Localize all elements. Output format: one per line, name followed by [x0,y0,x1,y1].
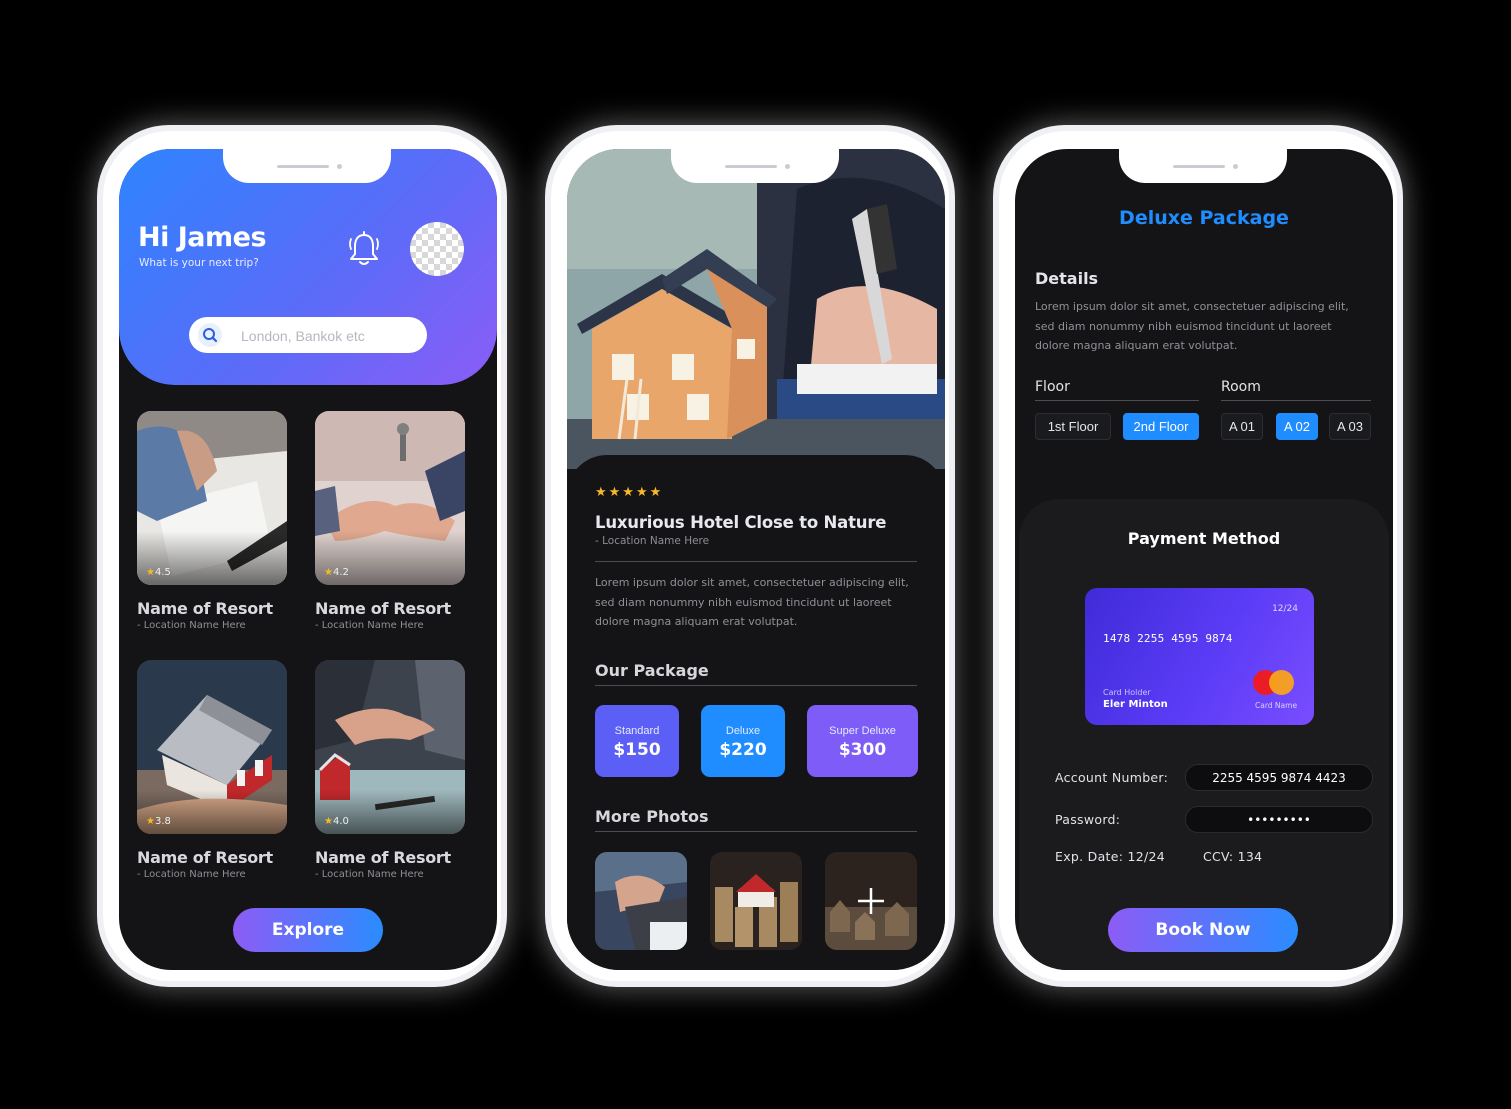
resort-location: - Location Name Here [315,620,424,631]
divider [1221,400,1371,401]
ccv-text: CCV: 134 [1203,849,1263,864]
divider [595,685,917,686]
resort-photo: ★4.2 [315,411,465,585]
resort-photo: ★4.5 [137,411,287,585]
explore-button[interactable]: Explore [233,908,383,952]
resort-name: Name of Resort [137,599,273,618]
star-icon: ★ [324,816,333,827]
home-screen: Hi James What is your next trip? London,… [119,149,497,970]
details-text: Lorem ipsum dolor sit amet, consectetuer… [1035,300,1349,352]
star-icon: ★ [324,567,333,578]
photos-heading: More Photos [595,807,709,826]
password-field[interactable] [1185,806,1373,833]
resort-name: Name of Resort [315,599,451,618]
star-rating: ★★★★★ [595,485,664,500]
package-standard-button[interactable]: Standard $150 [595,705,679,777]
greeting: Hi James [138,222,267,253]
search-icon[interactable] [198,323,222,347]
password-label: Password: [1055,812,1121,827]
package-title: Deluxe Package [1119,207,1289,229]
greeting-subtitle: What is your next trip? [139,257,259,269]
package-deluxe-button[interactable]: Deluxe $220 [701,705,785,777]
rating-badge: ★4.5 [146,567,171,578]
floor-label: Floor [1035,379,1070,395]
rating-badge: ★4.0 [324,816,349,827]
notch [1119,149,1287,183]
notch [671,149,839,183]
room-option-a02[interactable]: A 02 [1276,413,1318,440]
credit-card[interactable]: 12/24 1478 2255 4595 9874 Card Holder El… [1085,588,1314,725]
account-number-field[interactable] [1185,764,1373,791]
resort-location: - Location Name Here [315,869,424,880]
divider [1035,400,1199,401]
card-holder-label: Card Holder [1103,688,1151,697]
search-input[interactable] [239,325,413,347]
resort-card[interactable]: ★4.2 Name of Resort - Location Name Here [315,411,465,631]
resort-location: - Location Name Here [137,620,246,631]
star-icon: ★ [146,567,155,578]
hotel-description: Lorem ipsum dolor sit amet, consectetuer… [595,576,909,628]
resort-card[interactable]: ★3.8 Name of Resort - Location Name Here [137,660,287,880]
rating-badge: ★3.8 [146,816,171,827]
account-number-label: Account Number: [1055,770,1169,785]
room-option-a03[interactable]: A 03 [1329,413,1371,440]
resort-name: Name of Resort [315,848,451,867]
phone-detail: ★★★★★ Luxurious Hotel Close to Nature - … [551,131,949,981]
package-heading: Our Package [595,661,709,680]
notch [223,149,391,183]
resort-card[interactable]: ★4.0 Name of Resort - Location Name Here [315,660,465,880]
more-photos-thumbnail[interactable] [825,852,917,950]
card-brand-label: Card Name [1255,701,1298,710]
room-option-a01[interactable]: A 01 [1221,413,1263,440]
hotel-hero-photo [567,149,945,469]
resort-photo: ★3.8 [137,660,287,834]
resort-name: Name of Resort [137,848,273,867]
hotel-location: - Location Name Here [595,535,710,547]
photo-thumbnail[interactable] [595,852,687,950]
resort-card[interactable]: ★4.5 Name of Resort - Location Name Here [137,411,287,631]
room-label: Room [1221,379,1261,395]
card-number: 1478 2255 4595 9874 [1103,632,1233,645]
payment-panel [1019,499,1389,970]
rating-badge: ★4.2 [324,567,349,578]
bell-icon[interactable] [347,231,381,267]
detail-screen: ★★★★★ Luxurious Hotel Close to Nature - … [567,149,945,970]
resort-location: - Location Name Here [137,869,246,880]
book-now-button[interactable]: Book Now [1108,908,1298,952]
search-bar[interactable] [189,317,427,353]
floor-option-2nd[interactable]: 2nd Floor [1123,413,1199,440]
avatar[interactable] [410,222,464,276]
photo-thumbnail[interactable] [710,852,802,950]
payment-heading: Payment Method [1127,529,1281,548]
exp-date-text: Exp. Date: 12/24 [1055,849,1166,864]
phone-booking: Deluxe Package Details Lorem ipsum dolor… [999,131,1397,981]
star-icon: ★ [146,816,155,827]
card-holder-name: Eler Minton [1103,699,1168,710]
hotel-title: Luxurious Hotel Close to Nature [595,513,887,532]
booking-screen: Deluxe Package Details Lorem ipsum dolor… [1015,149,1393,970]
floor-option-1st[interactable]: 1st Floor [1035,413,1111,440]
phone-home: Hi James What is your next trip? London,… [103,131,501,981]
details-heading: Details [1035,269,1099,288]
home-header: Hi James What is your next trip? [119,149,497,385]
card-expiry: 12/24 [1272,604,1298,614]
divider [595,831,917,832]
resort-photo: ★4.0 [315,660,465,834]
package-super-deluxe-button[interactable]: Super Deluxe $300 [807,705,918,777]
divider [595,561,917,562]
